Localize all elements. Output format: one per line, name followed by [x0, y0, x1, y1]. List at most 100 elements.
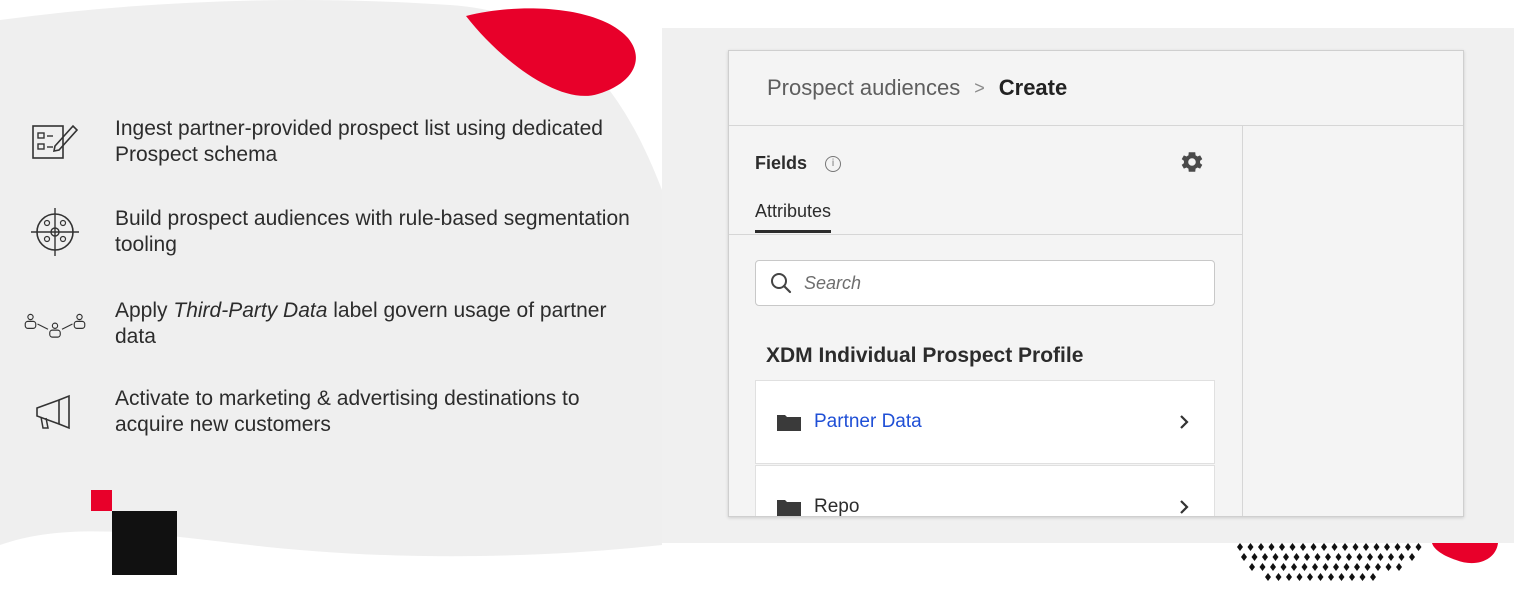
dot-mark — [1335, 553, 1342, 561]
dot-mark — [1280, 563, 1287, 571]
list-item-repo[interactable]: Repo — [755, 465, 1215, 517]
dot-mark — [1367, 553, 1373, 561]
dot-mark — [1349, 573, 1355, 581]
schema-title: XDM Individual Prospect Profile — [766, 344, 1084, 367]
dot-mark — [1312, 563, 1318, 571]
chevron-right-icon — [1180, 500, 1189, 514]
dot-mark — [1409, 553, 1415, 561]
dot-mark — [1342, 543, 1348, 551]
dot-mark — [1375, 563, 1381, 571]
feature-text: Ingest partner-provided prospect list us… — [115, 116, 635, 168]
dot-mark — [1241, 553, 1247, 561]
info-icon[interactable]: i — [825, 155, 842, 172]
dot-mark — [1296, 573, 1303, 581]
dot-mark — [1352, 543, 1359, 551]
list-item-label: Partner Data — [814, 411, 922, 432]
dot-mark — [1384, 543, 1390, 551]
folder-icon — [777, 500, 801, 516]
tabs-divider — [729, 234, 1243, 235]
dot-mark — [1398, 553, 1405, 561]
chevron-right-icon — [1180, 415, 1189, 429]
dot-mark — [1359, 573, 1366, 581]
dot-mark — [1283, 553, 1289, 561]
dot-mark — [1415, 543, 1422, 551]
breadcrumb-current: Create — [998, 75, 1068, 100]
black-square-shape — [112, 511, 177, 575]
dot-mark — [1364, 563, 1371, 571]
fields-header: Fields i — [755, 153, 842, 174]
dot-mark — [1321, 543, 1327, 551]
fields-title: Fields — [755, 153, 808, 173]
target-audience-icon — [20, 206, 90, 258]
dot-mark — [1275, 573, 1282, 581]
dot-mark — [1272, 553, 1279, 561]
dot-mark — [1377, 553, 1384, 561]
breadcrumb: Prospect audiences > Create — [729, 51, 1463, 126]
dot-mark — [1325, 553, 1331, 561]
folder-icon — [777, 415, 801, 431]
feature-item-build: Build prospect audiences with rule-based… — [20, 206, 640, 258]
dot-mark — [1370, 573, 1376, 581]
feature-text-italic: Third-Party Data — [173, 299, 328, 322]
dot-mark — [1300, 543, 1306, 551]
feature-text: Apply Third-Party Data label govern usag… — [115, 298, 635, 350]
dot-mark — [1279, 543, 1285, 551]
dot-mark — [1396, 563, 1402, 571]
dot-mark — [1317, 573, 1324, 581]
dot-mark — [1268, 543, 1275, 551]
dot-mark — [1373, 543, 1380, 551]
list-item-label: Repo — [814, 496, 860, 517]
dot-mark — [1304, 553, 1310, 561]
dot-mark — [1310, 543, 1317, 551]
feature-item-ingest: Ingest partner-provided prospect list us… — [20, 116, 640, 168]
dot-mark — [1394, 543, 1401, 551]
search-box[interactable] — [755, 260, 1215, 306]
list-item-partner-data[interactable]: Partner Data — [755, 380, 1215, 464]
dot-mark — [1237, 543, 1243, 551]
dot-mark — [1270, 563, 1276, 571]
checklist-edit-icon — [20, 116, 90, 168]
dot-mark — [1388, 553, 1394, 561]
breadcrumb-separator: > — [974, 77, 985, 98]
search-input[interactable] — [802, 271, 1206, 295]
prospect-audience-panel: Prospect audiences > Create Fields i Att… — [728, 50, 1464, 517]
dot-mark — [1247, 543, 1254, 551]
dot-mark — [1328, 573, 1334, 581]
gear-icon[interactable] — [1179, 149, 1205, 175]
dot-mark — [1307, 573, 1313, 581]
dot-mark — [1301, 563, 1308, 571]
tab-attributes[interactable]: Attributes — [755, 201, 832, 233]
feature-text: Build prospect audiences with rule-based… — [115, 206, 635, 258]
dot-mark — [1314, 553, 1321, 561]
feature-text-part: Apply — [115, 299, 174, 322]
dot-mark — [1262, 553, 1268, 561]
dot-mark — [1259, 563, 1266, 571]
dot-mark — [1333, 563, 1339, 571]
dot-mark — [1293, 553, 1300, 561]
red-corner-blob-shape — [1432, 543, 1498, 564]
dot-mark — [1331, 543, 1338, 551]
dot-mark — [1289, 543, 1296, 551]
dot-pattern — [1237, 543, 1422, 581]
dot-mark — [1322, 563, 1329, 571]
dot-mark — [1249, 563, 1255, 571]
feature-text: Activate to marketing & advertising dest… — [115, 386, 635, 438]
fields-pane: Fields i Attributes XDM Individual Prosp… — [729, 126, 1243, 516]
dot-mark — [1405, 543, 1411, 551]
dot-mark — [1265, 573, 1271, 581]
dot-mark — [1346, 553, 1352, 561]
dot-mark — [1356, 553, 1363, 561]
dot-mark — [1338, 573, 1345, 581]
feature-item-apply: Apply Third-Party Data label govern usag… — [20, 298, 640, 350]
breadcrumb-prospect-audiences[interactable]: Prospect audiences — [767, 75, 960, 101]
feature-item-activate: Activate to marketing & advertising dest… — [20, 386, 640, 438]
feature-text-part: Build prospect audiences with rule-based… — [115, 207, 630, 256]
dot-mark — [1363, 543, 1369, 551]
dot-mark — [1354, 563, 1360, 571]
search-icon — [771, 273, 792, 294]
field-list: Partner Data Repo — [755, 380, 1215, 517]
dot-mark — [1286, 573, 1292, 581]
red-square-shape — [91, 490, 112, 511]
dot-mark — [1343, 563, 1350, 571]
dot-mark — [1385, 563, 1392, 571]
